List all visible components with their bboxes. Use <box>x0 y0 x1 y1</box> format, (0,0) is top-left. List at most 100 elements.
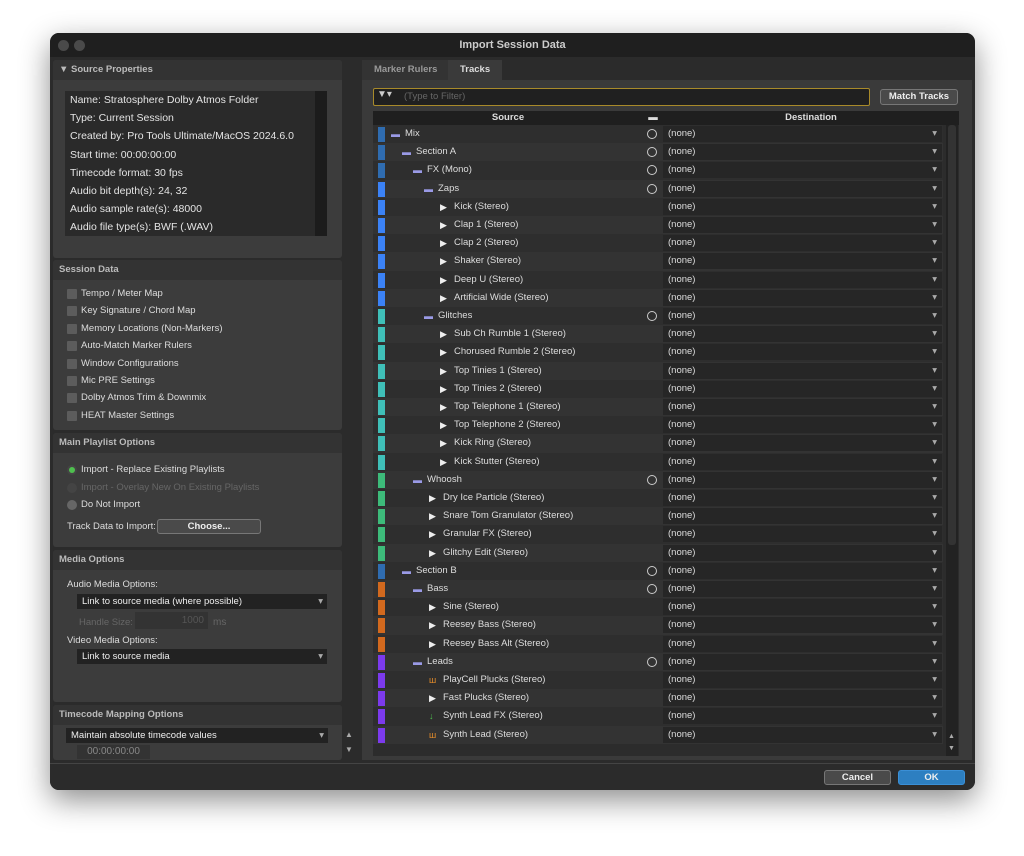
track-row[interactable]: ▶ Kick Ring (Stereo) (none) <box>373 434 943 453</box>
track-row[interactable]: ▶ Sine (Stereo) (none) <box>373 598 943 617</box>
track-row[interactable]: ▶ Sub Ch Rumble 1 (Stereo) (none) <box>373 325 943 344</box>
checkbox-heat-master-settings[interactable] <box>67 410 77 421</box>
filter-input[interactable]: (Type to Filter) <box>373 88 870 106</box>
track-row[interactable]: ▬ Section B (none) <box>373 561 943 580</box>
tab-tracks[interactable]: Tracks <box>448 60 503 80</box>
audio-media-dropdown[interactable]: Link to source media (where possible) <box>77 594 327 609</box>
folder-import-toggle[interactable] <box>647 656 657 667</box>
left-panel-scrollbar[interactable]: ▲ ▼ <box>343 60 357 760</box>
video-media-dropdown[interactable]: Link to source media <box>77 649 327 664</box>
destination-dropdown[interactable]: (none) <box>663 308 942 324</box>
track-row[interactable]: ▶ Snare Tom Granulator (Stereo) (none) <box>373 507 943 526</box>
track-row[interactable]: ▬ FX (Mono) (none) <box>373 161 943 180</box>
destination-dropdown[interactable]: (none) <box>663 526 942 543</box>
destination-dropdown[interactable]: (none) <box>663 672 942 688</box>
folder-import-toggle[interactable] <box>647 311 657 321</box>
track-row[interactable]: ▶ Reesey Bass Alt (Stereo) (none) <box>373 634 943 653</box>
track-row[interactable]: ▶ Deep U (Stereo) (none) <box>373 270 943 289</box>
folder-import-toggle[interactable] <box>647 165 657 176</box>
destination-dropdown[interactable]: (none) <box>663 198 942 215</box>
tracks-scrollbar[interactable]: ▲ ▼ <box>946 125 958 756</box>
destination-dropdown[interactable]: (none) <box>663 435 942 452</box>
track-row[interactable]: ▶ Granular FX (Stereo) (none) <box>373 525 943 544</box>
destination-dropdown[interactable]: (none) <box>663 253 942 270</box>
minimize-window-button[interactable] <box>74 40 85 51</box>
checkbox-window-configurations[interactable] <box>67 358 77 369</box>
track-row[interactable]: ▬ Section A (none) <box>373 143 943 162</box>
destination-dropdown[interactable]: (none) <box>663 544 942 561</box>
track-row[interactable]: ▶ Top Tinies 2 (Stereo) (none) <box>373 379 943 398</box>
match-tracks-button[interactable]: Match Tracks <box>880 89 958 105</box>
checkbox-key-signature-chord-map[interactable] <box>67 306 77 317</box>
radio-do-not-import[interactable] <box>67 500 77 510</box>
destination-dropdown[interactable]: (none) <box>663 289 942 306</box>
destination-dropdown[interactable]: (none) <box>663 453 942 470</box>
destination-dropdown[interactable]: (none) <box>663 508 942 525</box>
track-row[interactable]: ▬ Whoosh (none) <box>373 470 943 489</box>
track-row[interactable]: ▶ Kick Stutter (Stereo) (none) <box>373 452 943 471</box>
destination-dropdown[interactable]: (none) <box>663 581 942 597</box>
track-row[interactable]: ▶ Clap 1 (Stereo) (none) <box>373 216 943 235</box>
folder-import-toggle[interactable] <box>647 565 657 576</box>
track-row[interactable]: ▶ Shaker (Stereo) (none) <box>373 252 943 271</box>
timecode-mapping-dropdown[interactable]: Maintain absolute timecode values <box>66 728 328 743</box>
source-properties-header[interactable]: ▼ Source Properties <box>53 60 342 80</box>
destination-dropdown[interactable]: (none) <box>663 726 942 743</box>
properties-scrollbar[interactable] <box>315 91 327 236</box>
checkbox-memory-locations-non-markers-[interactable] <box>67 323 77 334</box>
choose-button[interactable]: Choose... <box>157 519 261 534</box>
destination-dropdown[interactable]: (none) <box>663 490 942 506</box>
destination-dropdown[interactable]: (none) <box>663 635 942 652</box>
destination-dropdown[interactable]: (none) <box>663 326 942 343</box>
destination-dropdown[interactable]: (none) <box>663 690 942 707</box>
track-row[interactable]: ш Synth Lead (Stereo) (none) <box>373 725 943 744</box>
destination-dropdown[interactable]: (none) <box>663 399 942 415</box>
destination-dropdown[interactable]: (none) <box>663 162 942 179</box>
source-column-header[interactable]: Source <box>373 111 643 125</box>
destination-dropdown[interactable]: (none) <box>663 562 942 579</box>
destination-dropdown[interactable]: (none) <box>663 380 942 397</box>
scroll-up-icon[interactable]: ▲ <box>948 733 955 740</box>
cancel-button[interactable]: Cancel <box>824 770 891 785</box>
track-row[interactable]: ▶ Clap 2 (Stereo) (none) <box>373 234 943 253</box>
track-row[interactable]: ▶ Top Telephone 1 (Stereo) (none) <box>373 398 943 417</box>
track-row[interactable]: ▬ Leads (none) <box>373 652 943 671</box>
track-row[interactable]: ▶ Dry Ice Particle (Stereo) (none) <box>373 489 943 508</box>
scroll-down-icon[interactable]: ▼ <box>948 745 955 752</box>
folder-import-toggle[interactable] <box>647 147 657 158</box>
destination-dropdown[interactable]: (none) <box>663 708 942 725</box>
close-window-button[interactable] <box>58 40 69 51</box>
track-row[interactable]: ▶ Glitchy Edit (Stereo) (none) <box>373 543 943 562</box>
filter-icon[interactable]: ▼▾ <box>377 89 392 100</box>
destination-column-header[interactable]: Destination <box>663 111 959 125</box>
destination-dropdown[interactable]: (none) <box>663 144 942 161</box>
track-row[interactable]: ▶ Fast Plucks (Stereo) (none) <box>373 689 943 708</box>
destination-dropdown[interactable]: (none) <box>663 271 942 288</box>
track-row[interactable]: ▶ Kick (Stereo) (none) <box>373 197 943 216</box>
radio-replace-playlists[interactable] <box>67 465 77 475</box>
track-row[interactable]: ▶ Artificial Wide (Stereo) (none) <box>373 288 943 307</box>
ok-button[interactable]: OK <box>898 770 965 785</box>
destination-dropdown[interactable]: (none) <box>663 235 942 252</box>
destination-dropdown[interactable]: (none) <box>663 126 942 142</box>
track-row[interactable]: ш PlayCell Plucks (Stereo) (none) <box>373 671 943 690</box>
destination-dropdown[interactable]: (none) <box>663 617 942 634</box>
destination-dropdown[interactable]: (none) <box>663 471 942 488</box>
folder-import-toggle[interactable] <box>647 584 657 594</box>
track-row[interactable]: ▬ Glitches (none) <box>373 307 943 326</box>
checkbox-auto-match-marker-rulers[interactable] <box>67 341 77 352</box>
track-row[interactable]: ▶ Reesey Bass (Stereo) (none) <box>373 616 943 635</box>
destination-dropdown[interactable]: (none) <box>663 417 942 434</box>
folder-import-toggle[interactable] <box>647 129 657 139</box>
scroll-up-icon[interactable]: ▲ <box>345 730 353 739</box>
destination-dropdown[interactable]: (none) <box>663 180 942 197</box>
track-row[interactable]: ▬ Bass (none) <box>373 580 943 599</box>
track-row[interactable]: ▬ Mix (none) <box>373 125 943 144</box>
checkbox-mic-pre-settings[interactable] <box>67 376 77 386</box>
checkbox-dolby-atmos-trim-downmix[interactable] <box>67 393 77 404</box>
track-row[interactable]: ▶ Top Tinies 1 (Stereo) (none) <box>373 361 943 380</box>
track-row[interactable]: ↓ Synth Lead FX (Stereo) (none) <box>373 707 943 726</box>
checkbox-tempo-meter-map[interactable] <box>67 289 77 299</box>
destination-dropdown[interactable]: (none) <box>663 217 942 233</box>
destination-dropdown[interactable]: (none) <box>663 599 942 616</box>
